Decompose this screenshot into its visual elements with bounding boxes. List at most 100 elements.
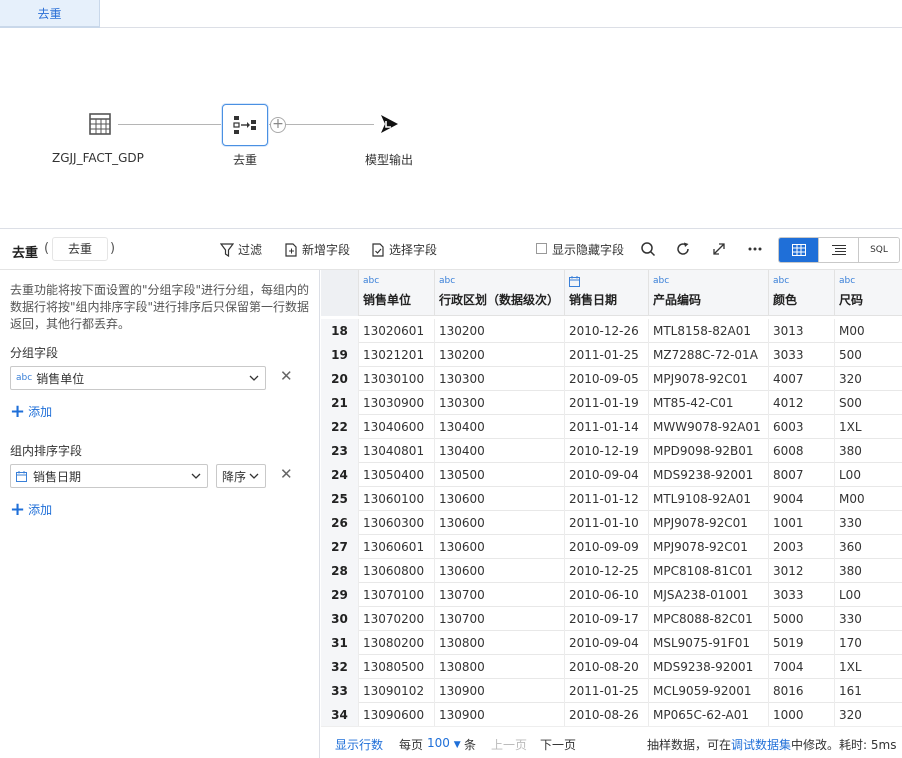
expand-icon[interactable] — [711, 241, 727, 257]
grid-pager: 显示行数 每页 100 ▼ 条 上一页 下一页 抽样数据，可在调试数据集中修改。… — [321, 726, 902, 758]
remove-sort-field-icon[interactable]: ✕ — [280, 465, 293, 483]
table-cell: 13060601 — [359, 535, 435, 559]
select-field-icon — [372, 242, 384, 257]
table-cell: 170 — [839, 636, 862, 650]
table-cell: 2010-12-25 — [565, 559, 649, 583]
table-row[interactable]: 33 13090102 130900 2011-01-25 MCL9059-92001 8… — [321, 679, 902, 703]
search-icon[interactable] — [640, 241, 656, 257]
dedupe-config-panel: 去重功能将按下面设置的"分组字段"进行分组，每组内的数据行将按"组内排序字段"进… — [0, 270, 320, 758]
text-type-icon: abc — [773, 276, 790, 286]
sql-view-button[interactable]: SQL — [859, 238, 899, 262]
table-cell: 360 — [839, 540, 862, 554]
table-row[interactable]: 28 13060800 130600 2010-12-25 MPC8108-81C01 3… — [321, 559, 902, 583]
grid-view-button[interactable] — [779, 238, 819, 262]
debug-dataset-link[interactable]: 调试数据集 — [731, 738, 791, 752]
table-cell: 3012 — [769, 559, 835, 583]
more-icon[interactable] — [747, 241, 763, 257]
table-cell: 3033 — [769, 343, 835, 367]
table-cell: 2010-09-17 — [565, 607, 649, 631]
row-number: 31 — [321, 631, 359, 655]
list-view-button[interactable] — [819, 238, 859, 262]
table-row[interactable]: 31 13080200 130800 2010-09-04 MSL9075-91F01 5… — [321, 631, 902, 655]
table-row[interactable]: 23 13040801 130400 2010-12-19 MPD9098-92B01 6… — [321, 439, 902, 463]
column-header[interactable]: abc 行政区划（数据级次） — [435, 270, 565, 316]
show-hidden-checkbox[interactable] — [536, 243, 547, 254]
table-row[interactable]: 32 13080500 130800 2010-08-20 MDS9238-92001 7… — [321, 655, 902, 679]
table-cell: 2010-12-26 — [565, 319, 649, 343]
table-cell: MPJ9078-92C01 — [649, 367, 769, 391]
chevron-down-icon — [191, 473, 201, 479]
text-type-icon: abc — [363, 276, 380, 286]
table-cell: 130600 — [435, 535, 565, 559]
flow-node-dedupe[interactable] — [222, 104, 268, 146]
sort-field-select[interactable]: 销售日期 — [10, 464, 208, 488]
add-sort-field-button[interactable]: + 添加 — [10, 500, 52, 518]
row-number: 23 — [321, 439, 359, 463]
column-header[interactable]: abc 产品编码 — [649, 270, 769, 316]
chevron-down-icon — [249, 473, 259, 479]
sort-order-select[interactable]: 降序 — [216, 464, 266, 488]
table-cell: 13030900 — [359, 391, 435, 415]
table-cell: 13080200 — [359, 631, 435, 655]
table-cell: 2010-09-04 — [565, 631, 649, 655]
add-group-field-button[interactable]: + 添加 — [10, 400, 52, 422]
row-number: 21 — [321, 391, 359, 415]
table-cell: 13060800 — [359, 559, 435, 583]
tab-dedupe[interactable]: 去重 — [0, 0, 100, 28]
select-field-button[interactable]: 选择字段 — [371, 241, 437, 258]
refresh-icon[interactable] — [675, 241, 691, 257]
row-number: 30 — [321, 607, 359, 631]
table-cell: 2010-12-19 — [565, 439, 649, 463]
node-name-input[interactable]: 去重 — [52, 237, 108, 261]
prev-page-button[interactable]: 上一页 — [491, 736, 527, 753]
tab-bar: 去重 — [0, 0, 902, 28]
table-cell: MZ7288C-72-01A — [649, 343, 769, 367]
row-number: 34 — [321, 703, 359, 726]
column-header[interactable]: abc 颜色 — [769, 270, 835, 316]
add-node-icon[interactable]: + — [270, 117, 286, 133]
group-field-select[interactable]: abc 销售单位 — [10, 366, 266, 390]
table-row[interactable]: 34 13090600 130900 2010-08-26 MP065C-62-A01 1… — [321, 703, 902, 726]
column-header[interactable]: abc 销售单位 — [359, 270, 435, 316]
column-header[interactable]: 销售日期 — [565, 270, 649, 316]
sample-info: 抽样数据，可在调试数据集中修改。耗时: 5ms — [647, 738, 897, 752]
table-cell: 330 — [839, 516, 862, 530]
table-row[interactable]: 27 13060601 130600 2010-09-09 MPJ9078-92C01 2… — [321, 535, 902, 559]
table-row[interactable]: 30 13070200 130700 2010-09-17 MPC8088-82C01 5… — [321, 607, 902, 631]
table-cell: 130300 — [435, 367, 565, 391]
table-cell: 2011-01-10 — [565, 511, 649, 535]
paren-close: ) — [110, 241, 116, 256]
table-row[interactable]: 25 13060100 130600 2011-01-12 MTL9108-92A01 9… — [321, 487, 902, 511]
table-cell: MT85-42-C01 — [649, 391, 769, 415]
node-toolbar: 去重 ( 去重 ) 过滤 新增字段 选择字段 显示隐藏字段 SQL — [0, 228, 902, 270]
table-row[interactable]: 20 13030100 130300 2010-09-05 MPJ9078-92C01 4… — [321, 367, 902, 391]
table-cell: L00 — [839, 468, 861, 482]
table-row[interactable]: 19 13021201 130200 2011-01-25 MZ7288C-72-01A… — [321, 343, 902, 367]
table-cell: 320 — [839, 372, 862, 386]
flow-node-label: 去重 — [233, 153, 258, 167]
remove-group-field-icon[interactable]: ✕ — [280, 367, 293, 385]
plus-icon: + — [10, 400, 26, 422]
filter-button[interactable]: 过滤 — [220, 241, 262, 258]
flow-node-output[interactable] — [366, 103, 412, 145]
row-number: 33 — [321, 679, 359, 703]
table-cell: 130900 — [435, 703, 565, 726]
table-row[interactable]: 24 13050400 130500 2010-09-04 MDS9238-92001 8… — [321, 463, 902, 487]
add-field-button[interactable]: 新增字段 — [284, 241, 350, 258]
table-cell: 130800 — [435, 631, 565, 655]
table-cell: 2010-08-26 — [565, 703, 649, 726]
show-row-count-link[interactable]: 显示行数 — [335, 736, 383, 753]
table-row[interactable]: 18 13020601 130200 2010-12-26 MTL8158-82A01 3… — [321, 319, 902, 343]
table-row[interactable]: 29 13070100 130700 2010-06-10 MJSA238-01001 3… — [321, 583, 902, 607]
row-number: 19 — [321, 343, 359, 367]
column-header[interactable]: abc 尺码 — [835, 270, 902, 316]
table-row[interactable]: 22 13040600 130400 2011-01-14 MWW9078-92A01 6… — [321, 415, 902, 439]
output-icon — [381, 115, 398, 133]
page-size-select[interactable]: 100 ▼ — [427, 736, 461, 750]
table-row[interactable]: 21 13030900 130300 2011-01-19 MT85-42-C01 401… — [321, 391, 902, 415]
flow-connector — [118, 124, 224, 125]
table-row[interactable]: 26 13060300 130600 2011-01-10 MPJ9078-92C01 1… — [321, 511, 902, 535]
flow-node-source[interactable] — [77, 103, 123, 145]
next-page-button[interactable]: 下一页 — [540, 736, 576, 753]
list-view-icon — [831, 245, 846, 255]
